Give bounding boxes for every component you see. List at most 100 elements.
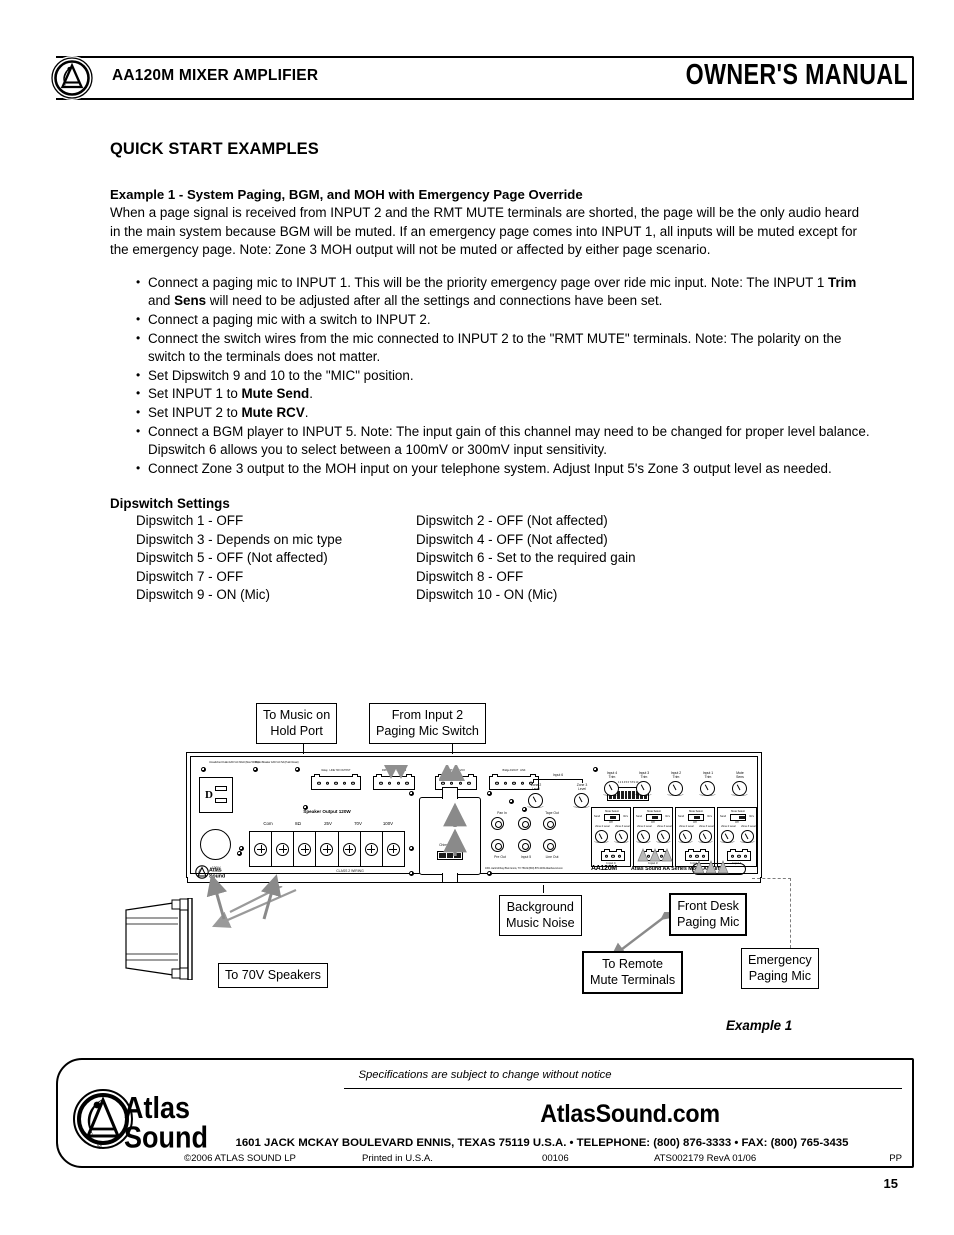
screw-3 <box>295 767 300 772</box>
jack-tape-out[interactable] <box>543 817 556 830</box>
jack-input-5-top[interactable] <box>518 817 531 830</box>
speaker-tap-label: Com <box>263 821 273 826</box>
knob-input-4[interactable] <box>603 781 620 796</box>
outlet-slot-2 <box>215 798 227 803</box>
screw-strip-right <box>409 846 414 851</box>
label-pan-in: Pan In <box>497 811 507 815</box>
knob-input6-zone2[interactable] <box>527 793 544 808</box>
channel-module-input-4: Mute Select Send Rcv Off Zone 2 Level Zone 3 … <box>591 807 631 867</box>
zone-level-label: Zone 3 Level <box>741 825 756 828</box>
zone-level-label: Zone 2 Level <box>595 825 610 828</box>
screw-zone-knobs <box>509 799 514 804</box>
screw-2 <box>253 767 258 772</box>
footer-metadata-row: ©2006 ATLAS SOUND LP Printed in U.S.A. 0… <box>128 1153 902 1167</box>
mute-rcv-label: Rcv <box>749 815 754 818</box>
dipswitch-left-cell: Dipswitch 7 - OFF <box>136 568 244 584</box>
mute-select-label: Mute Select <box>605 810 619 813</box>
dipswitch-left-cell: Dipswitch 5 - OFF (Not affected) <box>136 550 328 566</box>
knob-input-1[interactable] <box>699 781 716 796</box>
jack-input-5-bottom[interactable] <box>518 839 531 852</box>
label-zone-3-level: Zone 3 Level <box>576 783 588 791</box>
dipswitch-settings-heading: Dipswitch Settings <box>110 496 230 512</box>
zone-level-label: Zone 2 Level <box>679 825 694 828</box>
knob-zone-3-level[interactable] <box>740 830 755 843</box>
mute-send-label: Send <box>594 815 601 818</box>
dipswitch-right-cell: Dipswitch 10 - ON (Mic) <box>416 586 558 602</box>
unswitched-ac-outlet: D <box>199 777 233 813</box>
knob-zone-3-level[interactable] <box>698 830 713 843</box>
mute-select-switch[interactable] <box>646 814 662 821</box>
trim-knob-label: Input 2 Trim <box>670 771 682 779</box>
step-text: Connect a paging mic with a switch to IN… <box>148 311 431 327</box>
arrow-speaker-taps <box>206 874 282 920</box>
knob-zone-3-level[interactable] <box>614 830 629 843</box>
leader-line-emergency-mic <box>790 878 791 948</box>
mute-select-switch[interactable] <box>604 814 620 821</box>
step-emphasis: Trim <box>828 274 857 290</box>
screw-1 <box>201 767 206 772</box>
label-micro-address: 1601 Jack McKay Blvd. Ennis, TX 75119 (8… <box>485 867 563 870</box>
printed-in-text: Printed in U.S.A. <box>362 1153 433 1164</box>
footer-divider <box>344 1088 902 1089</box>
terminal-extra[interactable] <box>383 832 404 866</box>
setup-step: Connect a paging mic with a switch to IN… <box>136 310 870 330</box>
knob-mute[interactable] <box>731 781 748 796</box>
setup-steps-list: Connect a paging mic to INPUT 1. This wi… <box>110 273 870 479</box>
mute-off-label: Off <box>735 821 739 824</box>
terminal-70v[interactable] <box>339 832 361 866</box>
screw-jacks <box>522 807 527 812</box>
specifications-note: Specifications are subject to change wit… <box>358 1069 612 1081</box>
dipswitch-right-cell: Dipswitch 2 - OFF (Not affected) <box>416 513 608 529</box>
chime-module-tab-bottom <box>442 873 458 883</box>
zone-level-label: Zone 3 Level <box>699 825 714 828</box>
mute-select-switch[interactable] <box>688 814 704 821</box>
page-footer: Specifications are subject to change wit… <box>56 1058 914 1168</box>
jack-pan-in[interactable] <box>491 817 504 830</box>
setup-step: Set INPUT 2 to Mute RCV. <box>136 403 870 423</box>
leader-line-emergency-mic-h <box>752 878 791 879</box>
terminal-8ohm[interactable] <box>272 832 295 866</box>
screw-ground <box>237 851 242 856</box>
terminal-100v[interactable] <box>361 832 383 866</box>
setup-step: Connect a paging mic to INPUT 1. This wi… <box>136 273 870 311</box>
arrow-rmt-mute-terminals <box>383 765 410 779</box>
mic-cluster-glyph-1 <box>637 848 673 862</box>
website-url[interactable]: AtlasSound.com <box>377 1100 883 1129</box>
knob-zone-2-level[interactable] <box>594 830 609 843</box>
mute-off-label: Off <box>609 821 613 824</box>
dipswitch-row: Dipswitch 7 - OFF Dipswitch 8 - OFF <box>136 568 636 586</box>
callout-background-music-noise: Background Music Noise <box>499 895 582 936</box>
mute-off-label: Off <box>693 821 697 824</box>
step-text: . <box>309 386 313 402</box>
arrow-remote-vol-terminals <box>439 765 465 781</box>
knob-input-3[interactable] <box>635 781 652 796</box>
mute-rcv-label: Rcv <box>707 815 712 818</box>
terminal-com[interactable] <box>250 832 273 866</box>
mute-rcv-label: Rcv <box>623 815 628 818</box>
jack-pre-out[interactable] <box>491 839 504 852</box>
dipswitch-settings-block: Dipswitch Settings Dipswitch 1 - OFF Dips… <box>110 496 870 604</box>
knob-zone-2-level[interactable] <box>720 830 735 843</box>
mute-select-switch[interactable] <box>730 814 746 821</box>
step-text: Connect a BGM player to INPUT 5. Note: T… <box>148 423 870 458</box>
setup-step: Set INPUT 1 to Mute Send. <box>136 384 870 404</box>
knob-zone-2-level[interactable] <box>636 830 651 843</box>
knob-input6-zone3[interactable] <box>573 793 590 808</box>
terminal-25v[interactable] <box>294 832 317 866</box>
screw-chime-1 <box>409 791 414 796</box>
callout-music-on-hold: To Music on Hold Port <box>256 703 338 744</box>
outlet-ground-glyph: D <box>205 789 213 801</box>
dipswitch-left-cell: Dipswitch 3 - Depends on mic type <box>136 531 343 547</box>
knob-input-2[interactable] <box>667 781 684 796</box>
screw-chime-4 <box>487 871 492 876</box>
knob-zone-2-level[interactable] <box>678 830 693 843</box>
label-bridge-link: Bridge IN/OUT LINK <box>502 769 526 772</box>
example-heading: Example 1 - System Paging, BGM, and MOH … <box>110 187 583 202</box>
knob-zone-3-level[interactable] <box>656 830 671 843</box>
input-euroblock-connector[interactable] <box>601 848 625 861</box>
speaker-tap-label: 100V <box>382 821 394 826</box>
label-tape-out: Tape Out <box>545 811 559 815</box>
jack-line-out[interactable] <box>543 839 556 852</box>
step-text: Connect Zone 3 output to the MOH input o… <box>148 460 832 476</box>
terminal-spare[interactable] <box>316 832 339 866</box>
